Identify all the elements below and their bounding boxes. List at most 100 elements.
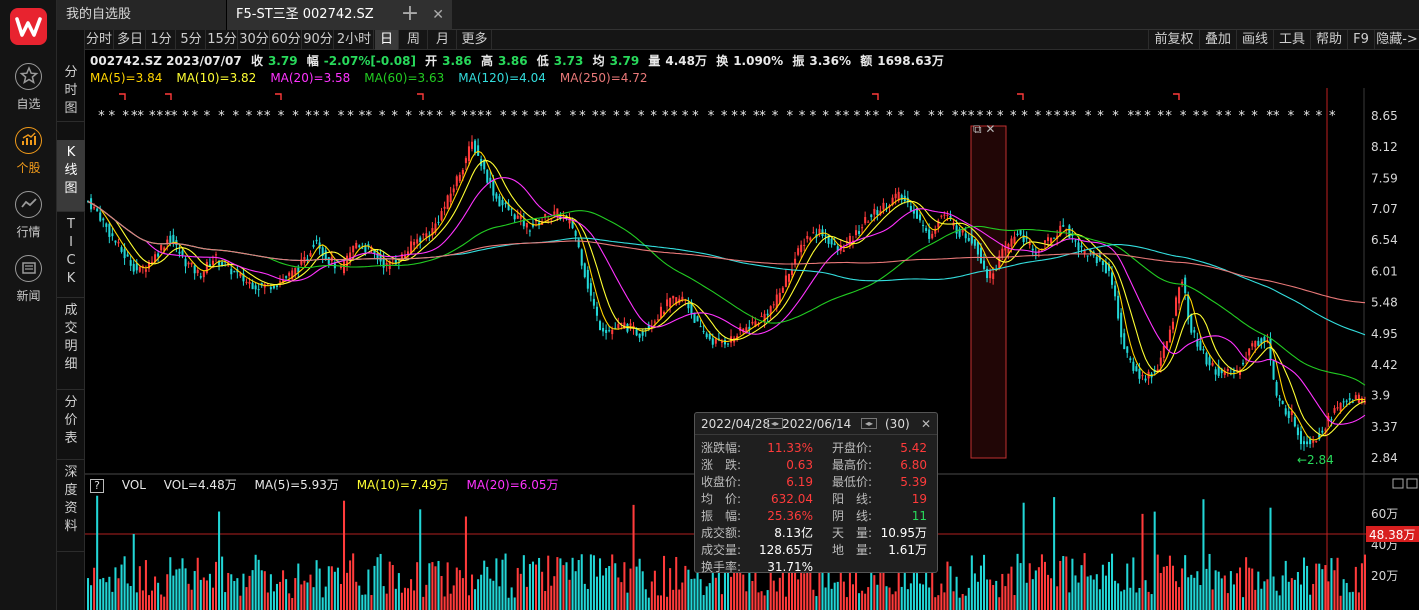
nav-item-watchlist[interactable]: 自选 (0, 63, 57, 119)
period-button[interactable]: 分时 (85, 30, 114, 50)
vtab-timeshare[interactable]: 分时图 (57, 60, 85, 122)
candle-body (666, 299, 669, 307)
app-logo-icon[interactable] (10, 8, 47, 45)
volume-bar (644, 589, 647, 610)
tab-watchlist[interactable]: 我的自选股 (57, 0, 227, 30)
volume-bar (757, 592, 760, 610)
toolbar-button[interactable]: 叠加 (1199, 30, 1236, 50)
vtab-depth-info[interactable]: 深度资料 (57, 460, 85, 552)
event-marker: * (691, 109, 699, 124)
volume-bar (1022, 502, 1025, 610)
price-tick-label: 6.01 (1371, 264, 1398, 278)
candle-body (699, 326, 702, 328)
close-icon[interactable]: ✕ (432, 0, 444, 30)
toolbar-button[interactable]: 画线 (1236, 30, 1273, 50)
period-button[interactable]: 30分 (239, 30, 270, 50)
candle-body (1324, 429, 1327, 431)
volume-bar (516, 567, 519, 610)
volume-bar (349, 560, 352, 610)
candle-body (973, 239, 976, 246)
period-button[interactable]: 90分 (303, 30, 334, 50)
candle-body (93, 206, 96, 209)
candle-body (882, 202, 885, 210)
volume-bar (1336, 557, 1339, 610)
stat-value: 632.04 (771, 492, 813, 506)
price-tick-label: 7.07 (1371, 202, 1398, 216)
candle-body (443, 206, 446, 209)
event-marker: * (623, 109, 631, 124)
toolbar-button[interactable]: 前复权 (1148, 30, 1199, 50)
event-marker: * (418, 109, 426, 124)
selection-window-icons: ⧉ ✕ (973, 122, 995, 136)
volume-bar (992, 585, 995, 610)
price-tick-label: 8.65 (1371, 109, 1398, 123)
popup-row: 收盘价: 6.19 最低价: 5.39 (695, 474, 937, 490)
event-marker: * (798, 109, 806, 124)
interval-stats-popup[interactable]: 2022/04/28 - 2022/06/14 ◂▸ ◂▸ (30) ✕ 涨跌幅… (694, 412, 938, 574)
period-button[interactable]: 周 (400, 30, 428, 50)
event-marker: * (1238, 109, 1246, 124)
candle-body (1031, 248, 1034, 251)
high-value: 3.86 (497, 54, 528, 68)
volume-bar (1296, 571, 1299, 610)
candle-body (205, 261, 208, 273)
period-button[interactable]: 更多 (458, 30, 492, 50)
period-button[interactable]: 1分 (147, 30, 176, 50)
volume-bar (132, 533, 135, 610)
popup-close-icon[interactable]: ✕ (921, 413, 931, 435)
candle-body (157, 253, 160, 257)
volume-bar (211, 587, 214, 610)
period-button[interactable]: 2小时 (335, 30, 374, 50)
range-arrows-icon[interactable]: ◂▸ (767, 418, 783, 429)
period-button[interactable]: 60分 (271, 30, 302, 50)
candle-body (1278, 398, 1281, 401)
candle-body (513, 214, 516, 220)
volume-bar (99, 579, 102, 610)
volume-bar (1235, 573, 1238, 610)
candle-body (449, 193, 452, 203)
help-icon[interactable]: ? (90, 479, 104, 493)
toolbar-button[interactable]: F9 (1347, 30, 1374, 50)
nav-item-stock[interactable]: 个股 (0, 127, 57, 183)
toolbar-button[interactable]: 隐藏-> (1374, 30, 1419, 50)
volume-bar (1147, 591, 1150, 610)
volume-bar (1342, 579, 1345, 610)
candle-body (1141, 375, 1144, 377)
period-button[interactable]: 5分 (177, 30, 206, 50)
candle-body (797, 248, 800, 255)
candle-body (248, 281, 251, 284)
period-button[interactable]: 日 (375, 30, 399, 50)
candle-body (501, 199, 504, 206)
event-marker: * (137, 109, 145, 124)
period-button[interactable]: 多日 (115, 30, 146, 50)
event-marker: * (1034, 109, 1042, 124)
candle-body (1339, 402, 1342, 412)
vtab-price-table[interactable]: 分价表 (57, 390, 85, 460)
volume-bar (998, 597, 1001, 610)
candle-body (352, 245, 355, 253)
add-tab-button[interactable]: + (399, 0, 421, 30)
candle-body (1345, 400, 1348, 402)
volume-info: ? VOL VOL=4.48万 MA(5)=5.93万 MA(10)=7.49万… (90, 476, 573, 493)
volume-bar (403, 587, 406, 610)
open-label: 开 (425, 54, 438, 68)
volume-bar (1245, 557, 1248, 610)
volume-bar (1114, 580, 1117, 610)
candle-body (586, 270, 589, 289)
volume-bar (1315, 563, 1318, 610)
candle-body (876, 210, 879, 216)
period-button[interactable]: 月 (429, 30, 457, 50)
nav-item-market[interactable]: 行情 (0, 191, 57, 247)
volume-bar (483, 560, 486, 610)
range-arrows-icon[interactable]: ◂▸ (861, 418, 877, 429)
volume-bar (425, 584, 428, 610)
vtab-tick[interactable]: TICK (57, 212, 85, 298)
candle-body (605, 329, 608, 334)
candle-body (1254, 340, 1257, 348)
vtab-trade-detail[interactable]: 成交明细 (57, 298, 85, 390)
toolbar-button[interactable]: 帮助 (1310, 30, 1347, 50)
vtab-kline[interactable]: K线图 (57, 140, 85, 212)
toolbar-button[interactable]: 工具 (1273, 30, 1310, 50)
nav-item-news[interactable]: 新闻 (0, 255, 57, 311)
period-button[interactable]: 15分 (207, 30, 238, 50)
